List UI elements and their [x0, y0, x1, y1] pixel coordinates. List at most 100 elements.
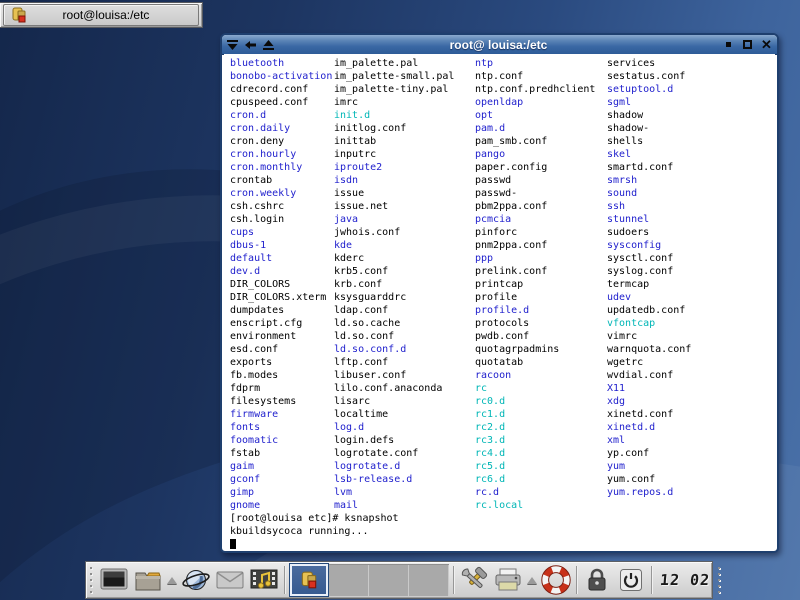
file-entry: cpuspeed.conf — [230, 96, 332, 109]
file-entry: rc0.d — [475, 395, 595, 408]
file-entry: openldap — [475, 96, 595, 109]
file-entry: syslog.conf — [607, 265, 691, 278]
file-entry: lisarc — [334, 395, 454, 408]
file-entry: csh.login — [230, 213, 332, 226]
lock-screen-button[interactable] — [581, 564, 613, 596]
file-entry: DIR_COLORS — [230, 278, 332, 291]
close-icon: ✕ — [761, 38, 772, 51]
file-entry: logrotate.conf — [334, 447, 454, 460]
file-entry: lsb-release.d — [334, 473, 454, 486]
file-entry: mail — [334, 499, 454, 512]
file-entry: pam_smb.conf — [475, 135, 595, 148]
file-entry: lilo.conf.anaconda — [334, 382, 454, 395]
panel-clock[interactable]: 12 02 — [655, 571, 715, 589]
file-entry: vimrc — [607, 330, 691, 343]
file-entry: xinetd.conf — [607, 408, 691, 421]
file-entry: rc.local — [475, 499, 595, 512]
file-entry: ssh — [607, 200, 691, 213]
panel-handle-right[interactable] — [716, 565, 724, 595]
help-button[interactable] — [540, 564, 572, 596]
home-folder-button[interactable] — [132, 564, 164, 596]
shade-eject-icon — [263, 40, 274, 50]
minimize-icon — [726, 42, 731, 47]
file-entry: fdprm — [230, 382, 332, 395]
file-entry: bluetooth — [230, 57, 332, 70]
file-entry: sound — [607, 187, 691, 200]
file-entry: stunnel — [607, 213, 691, 226]
file-entry: shadow — [607, 109, 691, 122]
print-menu-arrow-icon[interactable] — [527, 577, 537, 584]
show-desktop-button[interactable] — [98, 564, 130, 596]
file-entry: default — [230, 252, 332, 265]
close-button[interactable]: ✕ — [759, 37, 774, 52]
file-entry: pam.d — [475, 122, 595, 135]
file-entry: quotatab — [475, 356, 595, 369]
file-entry: issue — [334, 187, 454, 200]
window-sticky-button[interactable] — [243, 37, 258, 52]
multimedia-button[interactable] — [248, 564, 280, 596]
file-entry: gconf — [230, 473, 332, 486]
panel-handle-left[interactable] — [88, 565, 96, 595]
maximize-icon — [743, 40, 752, 49]
taskbar-task-label: root@louisa:/etc — [28, 8, 198, 22]
file-entry: opt — [475, 109, 595, 122]
logout-button[interactable] — [615, 564, 647, 596]
file-entry: passwd- — [475, 187, 595, 200]
shell-prompt-line: [root@louisa etc]# ksnapshot — [230, 512, 399, 525]
utilities-button[interactable] — [458, 564, 490, 596]
file-entry: filesystems — [230, 395, 332, 408]
file-entry: iproute2 — [334, 161, 454, 174]
minimize-button[interactable] — [721, 37, 736, 52]
panel-separator — [651, 566, 652, 594]
lifesaver-icon — [541, 565, 571, 595]
file-entry: ld.so.conf.d — [334, 343, 454, 356]
file-entry: esd.conf — [230, 343, 332, 356]
folder-icon — [134, 568, 162, 592]
file-entry: jwhois.conf — [334, 226, 454, 239]
file-entry: libuser.conf — [334, 369, 454, 382]
panel-separator — [576, 566, 577, 594]
file-entry: racoon — [475, 369, 595, 382]
globe-icon — [181, 567, 211, 593]
quickbrowser-arrow-icon[interactable] — [167, 577, 177, 584]
file-entry: dbus-1 — [230, 239, 332, 252]
window-titlebar[interactable]: root@ louisa:/etc ✕ — [222, 35, 777, 55]
file-entry: rc — [475, 382, 595, 395]
file-column-2: im_palette.palim_palette-small.palim_pal… — [334, 57, 454, 512]
file-entry: passwd — [475, 174, 595, 187]
maximize-button[interactable] — [740, 37, 755, 52]
taskbar-task-button[interactable]: root@louisa:/etc — [3, 4, 199, 26]
file-entry: isdn — [334, 174, 454, 187]
email-button[interactable] — [214, 564, 246, 596]
file-entry: yp.conf — [607, 447, 691, 460]
file-entry: firmware — [230, 408, 332, 421]
file-column-1: bluetoothbonobo-activationcdrecord.confc… — [230, 57, 332, 512]
envelope-icon — [216, 570, 244, 590]
print-button[interactable] — [492, 564, 524, 596]
file-entry: skel — [607, 148, 691, 161]
file-entry: gimp — [230, 486, 332, 499]
file-entry: ldap.conf — [334, 304, 454, 317]
taskbar-konsole-button[interactable] — [289, 563, 329, 597]
file-entry: pinforc — [475, 226, 595, 239]
file-entry: pcmcia — [475, 213, 595, 226]
file-entry: csh.cshrc — [230, 200, 332, 213]
file-entry: im_palette-small.pal — [334, 70, 454, 83]
file-entry: login.defs — [334, 434, 454, 447]
window-shade-button[interactable] — [261, 37, 276, 52]
menu-icon — [227, 40, 238, 50]
file-entry: log.d — [334, 421, 454, 434]
file-entry: dumpdates — [230, 304, 332, 317]
file-entry: rc3.d — [475, 434, 595, 447]
pin-icon — [245, 40, 257, 50]
file-entry: logrotate.d — [334, 460, 454, 473]
file-entry: cdrecord.conf — [230, 83, 332, 96]
terminal-screen[interactable]: bluetoothbonobo-activationcdrecord.confc… — [224, 54, 775, 549]
file-entry: prelink.conf — [475, 265, 595, 278]
window-menu-button[interactable] — [225, 37, 240, 52]
file-entry: cron.daily — [230, 122, 332, 135]
panel-separator — [284, 566, 285, 594]
web-browser-button[interactable] — [180, 564, 212, 596]
file-entry: wgetrc — [607, 356, 691, 369]
file-entry: localtime — [334, 408, 454, 421]
